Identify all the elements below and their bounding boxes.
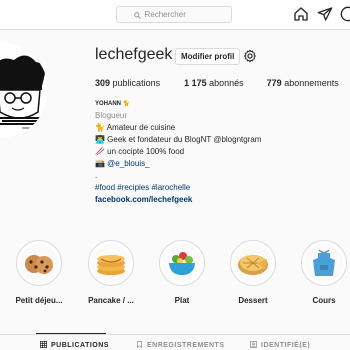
grid-icon xyxy=(40,341,47,350)
following-stat[interactable]: 779 abonnements xyxy=(267,78,339,88)
highlight-label: Plat xyxy=(174,296,190,305)
tab-saved[interactable]: ENREGISTREMENTS xyxy=(136,341,225,350)
followers-stat[interactable]: 1 175 abonnés xyxy=(184,78,244,88)
apron-icon xyxy=(305,244,343,282)
tab-publications[interactable]: PUBLICATIONS xyxy=(40,341,109,350)
active-tab-indicator xyxy=(36,333,106,334)
bio-line: 👨‍💻 Geek et fondateur du BlogNT @blogntg… xyxy=(95,135,262,144)
tab-label: IDENTIFIÉ(E) xyxy=(261,342,311,349)
settings-gear-icon[interactable] xyxy=(243,49,257,63)
edit-profile-button[interactable]: Modifier profil xyxy=(175,48,241,65)
bio-line: . xyxy=(95,171,98,180)
profile-stats: 309 publications 1 175 abonnés 779 abonn… xyxy=(95,78,339,88)
bio-line: 🐈 Amateur de cuisine xyxy=(95,123,176,132)
chef-geek-logo xyxy=(0,55,45,129)
highlight-label: Petit déjeu... xyxy=(15,296,63,305)
bio-hashtags[interactable]: #food #recipies #larochelle xyxy=(95,182,335,194)
profile-website-link[interactable]: facebook.com/lechefgeek xyxy=(95,194,335,206)
pancake-icon xyxy=(92,244,130,282)
search-input[interactable] xyxy=(144,10,215,19)
tab-label: PUBLICATIONS xyxy=(51,342,109,349)
tabs-divider xyxy=(0,334,350,335)
tagged-user-icon xyxy=(250,341,257,350)
highlight-label: Cours xyxy=(312,296,336,305)
profile-category: Blogueur xyxy=(95,111,128,120)
story-highlights: Petit déjeu... Pancake / ... Plat Desser… xyxy=(0,240,350,310)
highlight-label: Dessert xyxy=(238,296,268,305)
highlight-pancake[interactable]: Pancake / ... xyxy=(86,240,136,305)
tab-label: ENREGISTREMENTS xyxy=(147,342,225,349)
highlight-cours[interactable]: Cours xyxy=(299,240,349,305)
salad-bowl-icon xyxy=(163,244,201,282)
tab-tagged[interactable]: IDENTIFIÉ(E) xyxy=(250,341,310,350)
direct-messages-icon[interactable] xyxy=(317,6,333,22)
bookmark-icon xyxy=(136,341,143,350)
bio-line: 🥢 un cocipte 100% food xyxy=(95,147,185,156)
pie-icon xyxy=(234,244,272,282)
profile-display-name: YOHANN 🐈 xyxy=(95,101,131,107)
home-icon[interactable] xyxy=(293,6,309,22)
profile-avatar[interactable] xyxy=(0,42,48,138)
profile-bio: YOHANN 🐈 Blogueur 🐈 Amateur de cuisine 👨… xyxy=(95,98,335,206)
bio-mention-link[interactable]: 📸 @e_blouis_ xyxy=(95,158,335,170)
cookie-icon xyxy=(20,244,58,282)
highlight-dessert[interactable]: Dessert xyxy=(228,240,278,305)
publications-stat: 309 publications xyxy=(95,78,161,88)
highlight-plat[interactable]: Plat xyxy=(157,240,207,305)
profile-username: lechefgeek xyxy=(95,46,173,63)
highlight-label: Pancake / ... xyxy=(88,296,134,305)
highlight-petit-dejeuner[interactable]: Petit déjeu... xyxy=(14,240,64,305)
explore-icon[interactable] xyxy=(340,6,350,22)
top-navigation-bar xyxy=(0,0,350,30)
search-box[interactable] xyxy=(116,6,232,23)
search-icon xyxy=(133,6,141,24)
